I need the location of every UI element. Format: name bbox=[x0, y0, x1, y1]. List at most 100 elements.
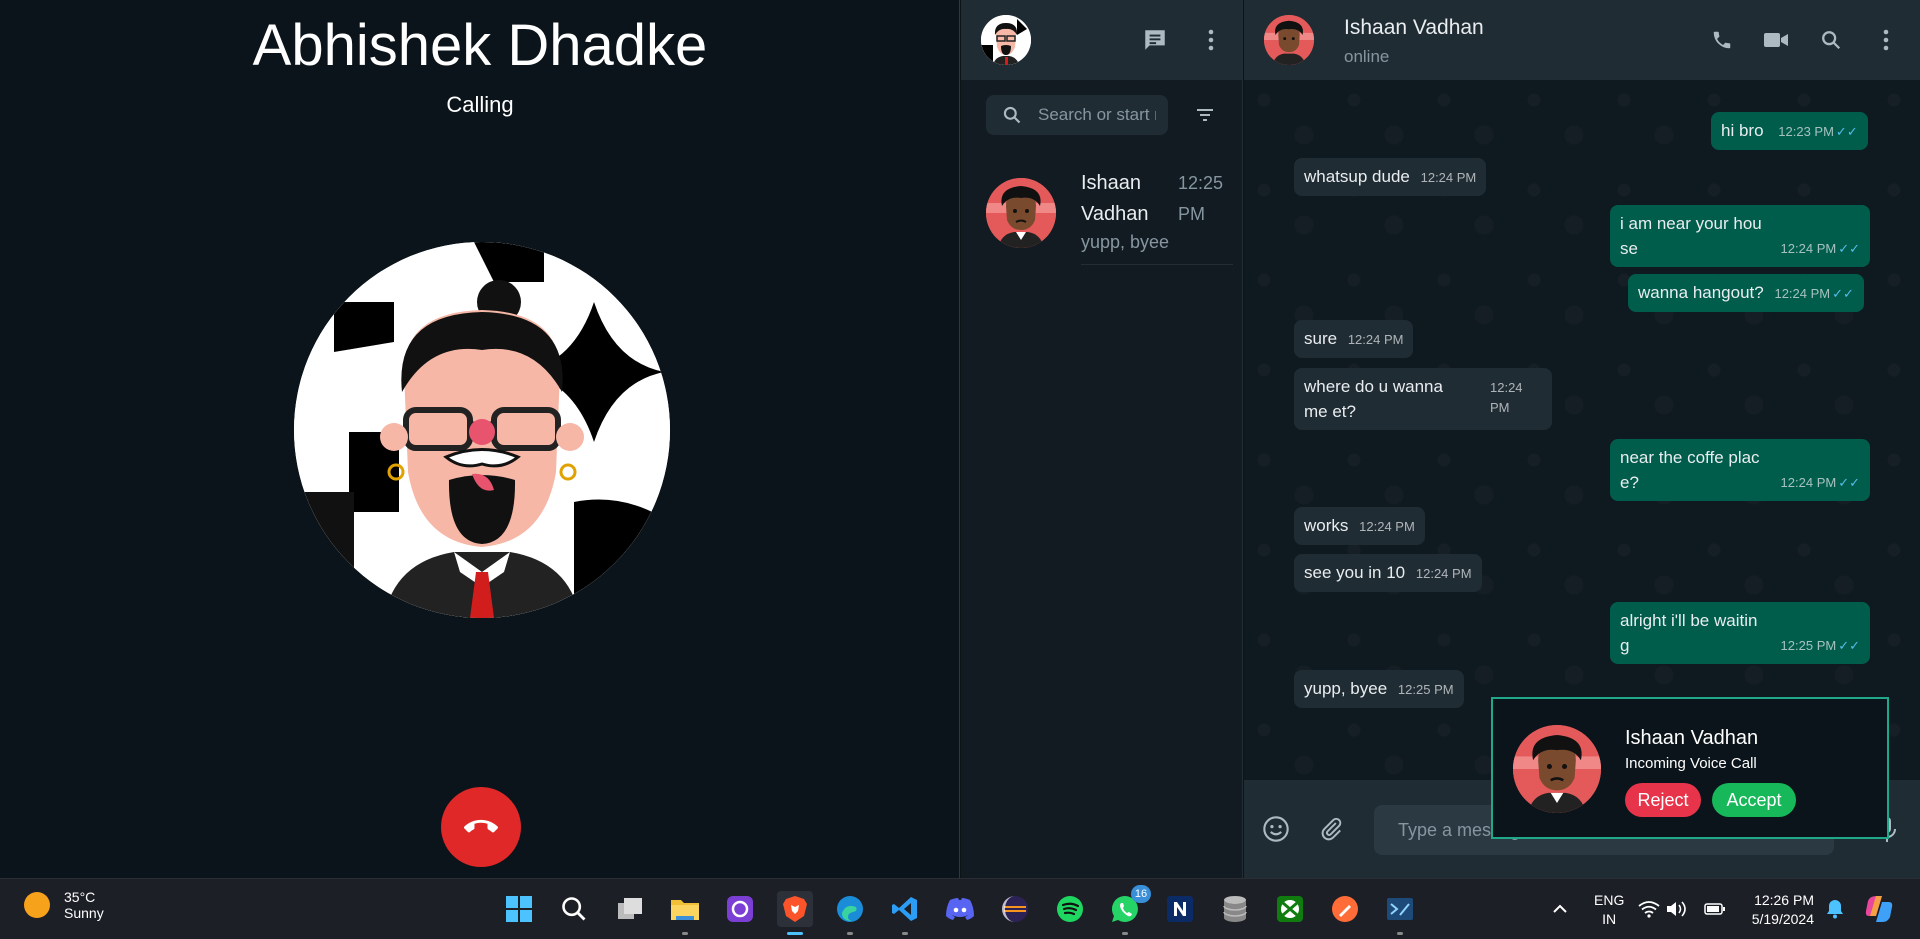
database-icon[interactable] bbox=[1217, 891, 1253, 927]
voice-call-icon[interactable] bbox=[1708, 26, 1736, 54]
photos-app-icon[interactable] bbox=[722, 891, 758, 927]
read-ticks-icon: ✓✓ bbox=[1835, 124, 1858, 139]
chat-time: 12:25 PM bbox=[1178, 173, 1224, 224]
message-time: 12:24 PM bbox=[1780, 475, 1837, 490]
eclipse-icon[interactable] bbox=[997, 891, 1033, 927]
weather-temp: 35°C bbox=[64, 889, 96, 905]
volume-icon[interactable] bbox=[1664, 891, 1690, 927]
message-time: 12:24 PM bbox=[1490, 380, 1523, 415]
start-icon[interactable] bbox=[501, 891, 537, 927]
wifi-icon[interactable] bbox=[1636, 891, 1662, 927]
terminal-app-icon[interactable] bbox=[1382, 891, 1418, 935]
vscode-icon[interactable] bbox=[887, 891, 923, 935]
language-indicator[interactable]: ENG IN bbox=[1594, 891, 1624, 929]
message-outgoing: i am near your hou se 12:24 PM ✓✓ bbox=[1610, 205, 1870, 267]
message-text: sure bbox=[1304, 329, 1338, 348]
notification-bell-icon[interactable] bbox=[1820, 891, 1850, 927]
message-text: works bbox=[1304, 516, 1349, 535]
incoming-caller-avatar bbox=[1513, 725, 1601, 813]
spotify-icon[interactable] bbox=[1052, 891, 1088, 927]
language-line2: IN bbox=[1602, 911, 1617, 927]
task-view-icon[interactable] bbox=[612, 891, 648, 927]
clock-time: 12:26 PM bbox=[1754, 892, 1814, 908]
message-incoming: sure 12:24 PM bbox=[1294, 320, 1414, 358]
caller-name: Abhishek Dhadke bbox=[252, 13, 708, 78]
message-time: 12:24 PM bbox=[1780, 241, 1837, 256]
end-call-button[interactable] bbox=[441, 787, 521, 867]
message-text: alright i'll be waitin g bbox=[1620, 611, 1758, 655]
my-profile-avatar[interactable] bbox=[981, 15, 1031, 65]
message-incoming: where do u wanna me et? 12:24 PM bbox=[1294, 368, 1552, 430]
divider bbox=[1081, 264, 1233, 265]
incoming-call-subtitle: Incoming Voice Call bbox=[1625, 755, 1757, 772]
search-input[interactable] bbox=[1038, 105, 1156, 125]
notion-icon[interactable] bbox=[1162, 891, 1198, 927]
message-time: 12:24 PM bbox=[1359, 519, 1415, 534]
conversation-menu-icon[interactable] bbox=[1872, 26, 1900, 54]
search-box bbox=[986, 95, 1168, 135]
file-explorer-icon[interactable] bbox=[667, 891, 703, 935]
video-call-icon[interactable] bbox=[1762, 26, 1790, 54]
message-list[interactable]: hi bro 12:23 PM ✓✓ whatsup dude 12:24 PM … bbox=[1244, 80, 1920, 780]
message-incoming: see you in 10 12:24 PM bbox=[1294, 554, 1482, 592]
message-time: 12:24 PM bbox=[1347, 332, 1404, 347]
message-time: 12:25 PM bbox=[1397, 682, 1454, 697]
taskbar: 35°C Sunny 16 ENG IN 12:26 PM 5/19/2024 bbox=[0, 878, 1920, 939]
message-outgoing: near the coffe plac e? 12:24 PM ✓✓ bbox=[1610, 439, 1870, 501]
battery-icon[interactable] bbox=[1702, 891, 1728, 927]
message-incoming: yupp, byee 12:25 PM bbox=[1294, 670, 1464, 708]
language-line1: ENG bbox=[1594, 892, 1625, 908]
discord-icon[interactable] bbox=[942, 891, 978, 927]
taskbar-search-icon[interactable] bbox=[556, 891, 592, 927]
menu-icon[interactable] bbox=[1197, 26, 1225, 54]
conversation-header[interactable]: Ishaan Vadhan online bbox=[1244, 0, 1920, 80]
brave-browser-icon[interactable] bbox=[777, 891, 813, 935]
emoji-icon[interactable] bbox=[1261, 814, 1291, 844]
attach-icon[interactable] bbox=[1316, 814, 1346, 844]
message-text: yupp, byee bbox=[1304, 679, 1388, 698]
message-time: 12:25 PM bbox=[1780, 638, 1837, 653]
whatsapp-icon[interactable]: 16 bbox=[1107, 885, 1151, 935]
call-status: Calling bbox=[446, 92, 514, 117]
message-text: where do u wanna me et? bbox=[1304, 377, 1443, 421]
clock-date: 5/19/2024 bbox=[1751, 911, 1814, 927]
weather-widget[interactable]: 35°C Sunny bbox=[24, 889, 104, 921]
contact-status: online bbox=[1344, 47, 1390, 66]
message-text: whatsup dude bbox=[1304, 167, 1410, 186]
message-incoming: works 12:24 PM bbox=[1294, 507, 1425, 545]
message-outgoing: hi bro 12:23 PM ✓✓ bbox=[1711, 112, 1868, 150]
postman-icon[interactable] bbox=[1327, 891, 1363, 927]
hang-up-icon bbox=[464, 819, 498, 833]
chat-avatar bbox=[986, 178, 1056, 248]
new-chat-icon[interactable] bbox=[1141, 26, 1169, 54]
clock[interactable]: 12:26 PM 5/19/2024 bbox=[1744, 891, 1814, 929]
edge-browser-icon[interactable] bbox=[832, 891, 868, 935]
reject-call-button[interactable]: Reject bbox=[1625, 783, 1701, 817]
copilot-icon[interactable] bbox=[1862, 891, 1896, 927]
read-ticks-icon: ✓✓ bbox=[1838, 638, 1860, 653]
message-text: see you in 10 bbox=[1304, 563, 1406, 582]
chat-list-header bbox=[961, 0, 1242, 80]
contact-name: Ishaan Vadhan bbox=[1344, 16, 1484, 39]
message-time: 12:24 PM bbox=[1774, 286, 1831, 301]
chat-name: Ishaan Vadhan bbox=[1081, 172, 1149, 225]
filter-icon[interactable] bbox=[1193, 103, 1217, 127]
accept-call-button[interactable]: Accept bbox=[1712, 783, 1796, 817]
chat-list-item[interactable]: Ishaan Vadhan 12:25 PM yupp, byee bbox=[961, 160, 1243, 266]
weather-condition: Sunny bbox=[64, 905, 104, 921]
incoming-caller-name: Ishaan Vadhan bbox=[1625, 727, 1759, 749]
whatsapp-badge: 16 bbox=[1131, 885, 1151, 903]
search-messages-icon[interactable] bbox=[1817, 26, 1845, 54]
contact-avatar[interactable] bbox=[1264, 15, 1314, 65]
caller-avatar bbox=[294, 242, 670, 618]
chat-list-panel: Ishaan Vadhan 12:25 PM yupp, byee bbox=[961, 0, 1243, 878]
search-icon bbox=[1003, 106, 1021, 124]
message-time: 12:24 PM bbox=[1415, 566, 1472, 581]
read-ticks-icon: ✓✓ bbox=[1838, 241, 1860, 256]
show-hidden-icons-chevron-icon[interactable] bbox=[1542, 891, 1578, 927]
message-outgoing: wanna hangout? 12:24 PM ✓✓ bbox=[1628, 274, 1864, 312]
message-text: hi bro bbox=[1721, 121, 1764, 140]
xbox-icon[interactable] bbox=[1272, 891, 1308, 927]
message-outgoing: alright i'll be waitin g 12:25 PM ✓✓ bbox=[1610, 602, 1870, 664]
message-incoming: whatsup dude 12:24 PM bbox=[1294, 158, 1487, 196]
